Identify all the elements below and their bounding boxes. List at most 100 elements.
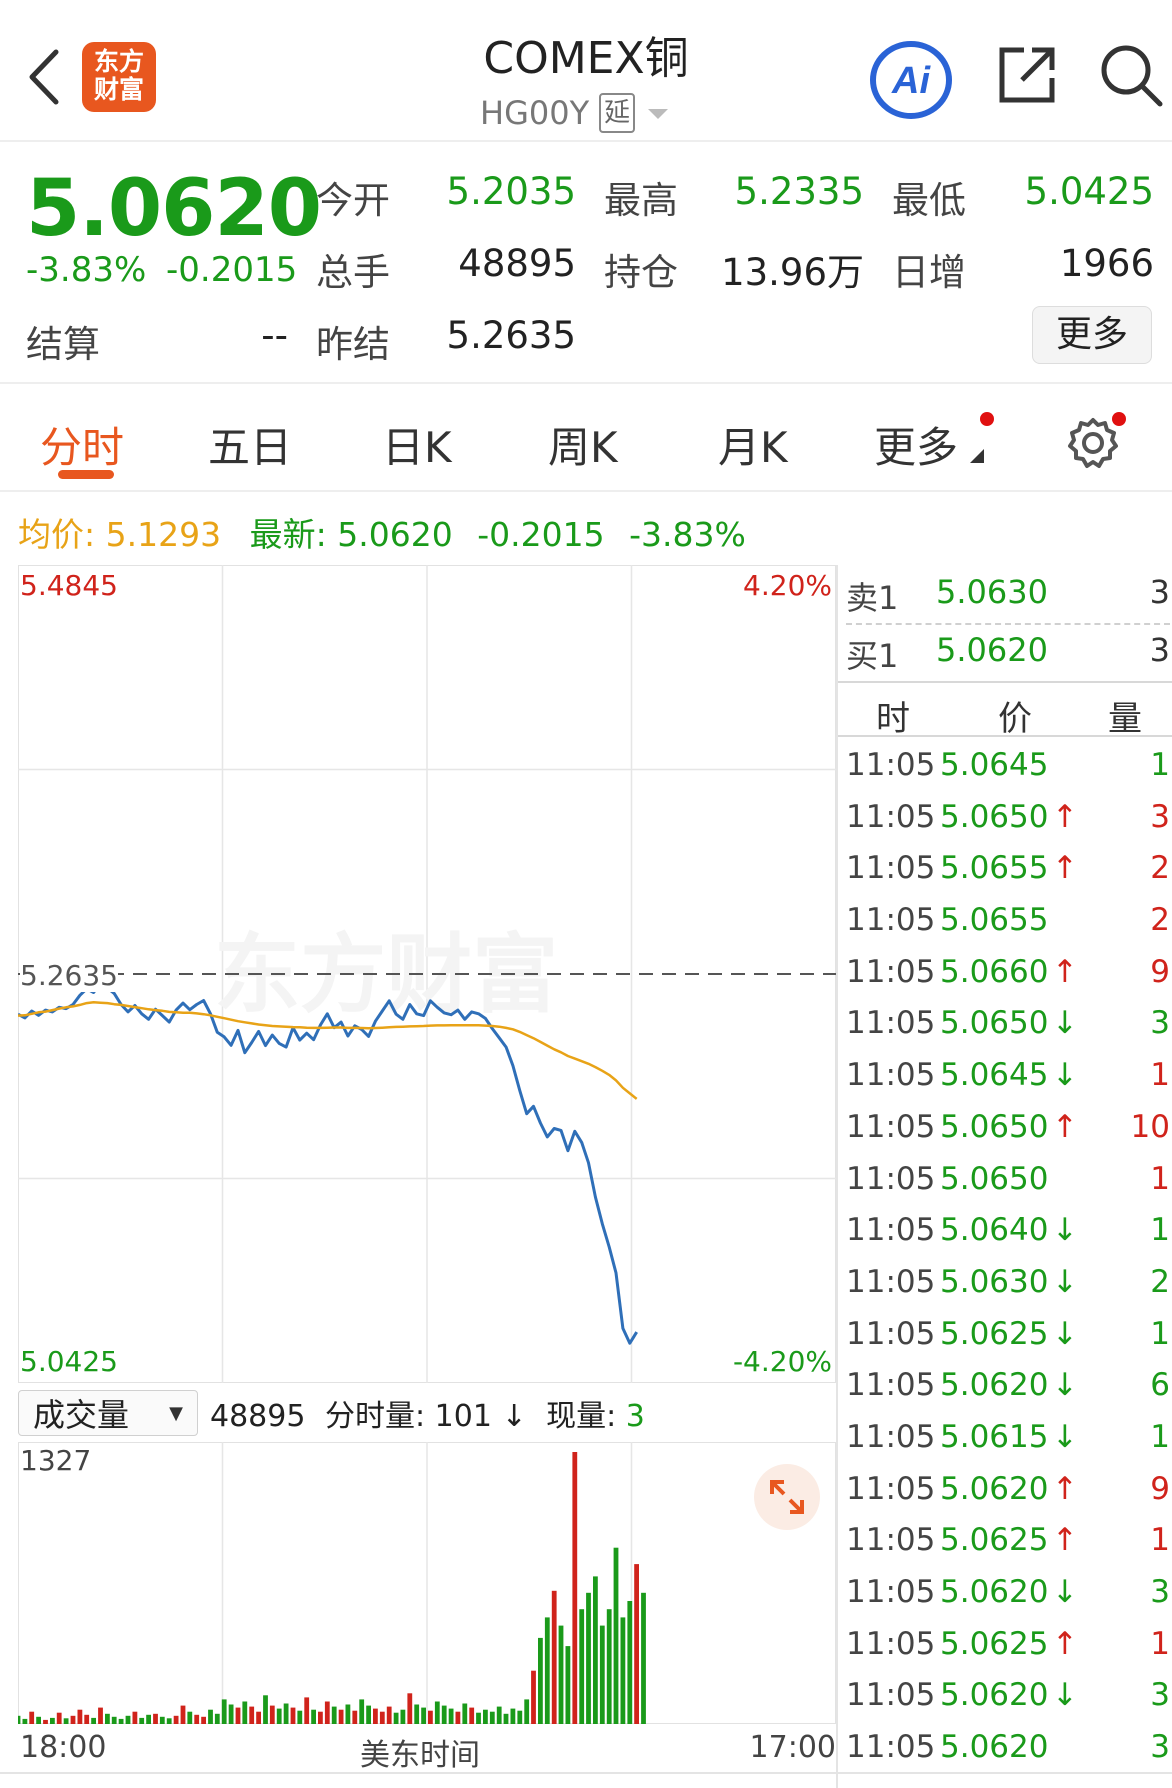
low-value: 5.0425 bbox=[1024, 170, 1154, 213]
ask-row: 卖1 5.0630 3 bbox=[838, 565, 1172, 621]
bid-qty: 3 bbox=[1149, 631, 1170, 669]
volume-bar bbox=[338, 1709, 344, 1724]
volume-bar bbox=[269, 1705, 275, 1724]
volume-bar bbox=[517, 1710, 523, 1724]
volume-bar bbox=[393, 1712, 399, 1724]
tick-volume-arrow: ↓ bbox=[501, 1399, 527, 1434]
volume-bar bbox=[324, 1701, 330, 1724]
symbol-selector[interactable]: HG00Y 延 bbox=[480, 90, 671, 136]
tick-qty: 3 bbox=[1150, 1729, 1170, 1766]
y-max-pct-label: 4.20% bbox=[743, 569, 832, 602]
share-icon[interactable] bbox=[994, 42, 1060, 108]
settle-label: 结算 bbox=[26, 323, 100, 366]
volume-bar bbox=[304, 1697, 310, 1724]
ticks-header-price: 价 bbox=[998, 699, 1032, 739]
intraday-info-line: 均价: 5.1293 最新: 5.0620 -0.2015 -3.83% bbox=[18, 508, 746, 556]
volume-bar bbox=[496, 1706, 502, 1724]
volume-bar bbox=[593, 1576, 598, 1724]
volume-bar bbox=[153, 1713, 158, 1724]
expand-chart-button[interactable] bbox=[754, 1464, 820, 1530]
volume-bar bbox=[256, 1711, 261, 1724]
ask-qty: 3 bbox=[1149, 573, 1170, 611]
volume-bar bbox=[105, 1713, 110, 1724]
volume-bar bbox=[455, 1711, 461, 1724]
delayed-badge: 延 bbox=[599, 93, 636, 133]
volume-bar bbox=[235, 1707, 241, 1724]
back-arrow-icon[interactable] bbox=[22, 42, 66, 112]
volume-bar bbox=[221, 1699, 227, 1724]
tick-qty: 2 bbox=[1150, 850, 1170, 887]
volume-bar bbox=[125, 1715, 131, 1724]
tab-weekly-k[interactable]: 周K bbox=[548, 414, 618, 475]
volume-bar bbox=[345, 1704, 351, 1724]
volume-bar bbox=[118, 1718, 124, 1724]
tab-five-day[interactable]: 五日 bbox=[208, 414, 292, 475]
tick-time: 11:05 bbox=[846, 953, 936, 990]
settings-gear-icon[interactable] bbox=[1066, 416, 1120, 474]
tick-time: 11:05 bbox=[846, 1160, 936, 1197]
time-axis-start: 18:00 bbox=[20, 1730, 107, 1765]
time-axis: 18:00 美东时间 17:00 bbox=[18, 1728, 836, 1773]
volume-bar bbox=[606, 1609, 612, 1724]
tick-row: 11:05 5.0655 2 bbox=[838, 896, 1172, 948]
tab-daily-k[interactable]: 日K bbox=[382, 414, 452, 475]
settings-notification-dot bbox=[1112, 412, 1126, 426]
tick-price: 5.0640 bbox=[940, 1212, 1049, 1249]
volume-bar bbox=[98, 1707, 103, 1724]
tick-row: 11:05 5.0625 ↓ 1 bbox=[838, 1310, 1172, 1362]
high-label: 最高 bbox=[604, 179, 678, 222]
ticks-list[interactable]: 11:05 5.0645 1 11:05 5.0650 ↑ 3 11:05 5.0655 ↑ 2 11… bbox=[838, 741, 1172, 1775]
more-fields-button[interactable]: 更多 bbox=[1032, 306, 1152, 364]
app-logo[interactable]: 东方财富 bbox=[82, 42, 156, 112]
volume-bar bbox=[386, 1706, 392, 1724]
volume-bar bbox=[565, 1646, 571, 1724]
tab-monthly-k[interactable]: 月K bbox=[718, 414, 788, 475]
tick-qty: 3 bbox=[1150, 1005, 1170, 1042]
tick-price: 5.0625 bbox=[940, 1315, 1049, 1352]
tick-qty: 1 bbox=[1150, 1160, 1170, 1197]
last-price: 5.0620 bbox=[26, 164, 322, 254]
tick-qty: 1 bbox=[1150, 1418, 1170, 1455]
volume-total: 48895 bbox=[210, 1399, 306, 1434]
tab-more[interactable]: 更多 bbox=[874, 414, 958, 475]
tick-price: 5.0660 bbox=[940, 953, 1049, 990]
tick-direction-arrow: ↓ bbox=[1052, 1574, 1078, 1610]
avg-price-value: 5.1293 bbox=[105, 515, 222, 554]
tick-direction-arrow: ↑ bbox=[1052, 1625, 1078, 1662]
tick-row: 11:05 5.0625 ↑ 1 bbox=[838, 1620, 1172, 1672]
ticks-header: 时 价 量 bbox=[838, 681, 1172, 739]
ai-assistant-icon[interactable]: Ai bbox=[866, 38, 956, 122]
indicator-select-value: 成交量 bbox=[33, 1396, 130, 1434]
tick-row: 11:05 5.0650 ↑ 3 bbox=[838, 793, 1172, 845]
indicator-select[interactable]: 成交量 ▼ bbox=[18, 1390, 198, 1436]
volume-bar bbox=[400, 1709, 406, 1724]
volume-bar bbox=[318, 1711, 323, 1724]
intraday-chart[interactable]: 东方财富 5.4845 4.20% 5.0425 -4.20% 5.2635 bbox=[18, 565, 836, 1383]
volume-bar bbox=[18, 1715, 21, 1724]
volume-bar bbox=[43, 1719, 48, 1724]
tick-price: 5.0625 bbox=[940, 1522, 1049, 1559]
tick-qty: 9 bbox=[1150, 953, 1170, 990]
tick-qty: 1 bbox=[1150, 747, 1170, 783]
tick-time: 11:05 bbox=[846, 1108, 936, 1145]
volume-bar bbox=[586, 1592, 591, 1724]
volume-bar bbox=[77, 1709, 83, 1724]
prev-settle-value: 5.2635 bbox=[446, 314, 576, 357]
tick-price: 5.0625 bbox=[940, 1625, 1049, 1662]
search-icon[interactable] bbox=[1096, 40, 1166, 110]
tick-row: 11:05 5.0620 ↓ 3 bbox=[838, 1671, 1172, 1723]
tick-direction-arrow: ↓ bbox=[1052, 1677, 1078, 1714]
tick-direction-arrow: ↑ bbox=[1052, 798, 1078, 835]
high-value: 5.2335 bbox=[734, 170, 864, 213]
tick-time: 11:05 bbox=[846, 1263, 936, 1300]
open-interest-value: 13.96万 bbox=[721, 251, 864, 294]
volume-label: 总手 bbox=[316, 251, 390, 294]
tick-row: 11:05 5.0645 1 bbox=[838, 741, 1172, 793]
volume-bar bbox=[311, 1709, 316, 1724]
period-tabs: 分时 五日 日K 周K 月K 更多 bbox=[0, 386, 1172, 492]
tab-more-notification-dot bbox=[980, 412, 994, 426]
tick-time: 11:05 bbox=[846, 1677, 936, 1714]
tick-row: 11:05 5.0620 3 bbox=[838, 1723, 1172, 1775]
tick-direction-arrow: ↓ bbox=[1052, 1315, 1078, 1352]
tab-intraday[interactable]: 分时 bbox=[40, 414, 124, 475]
